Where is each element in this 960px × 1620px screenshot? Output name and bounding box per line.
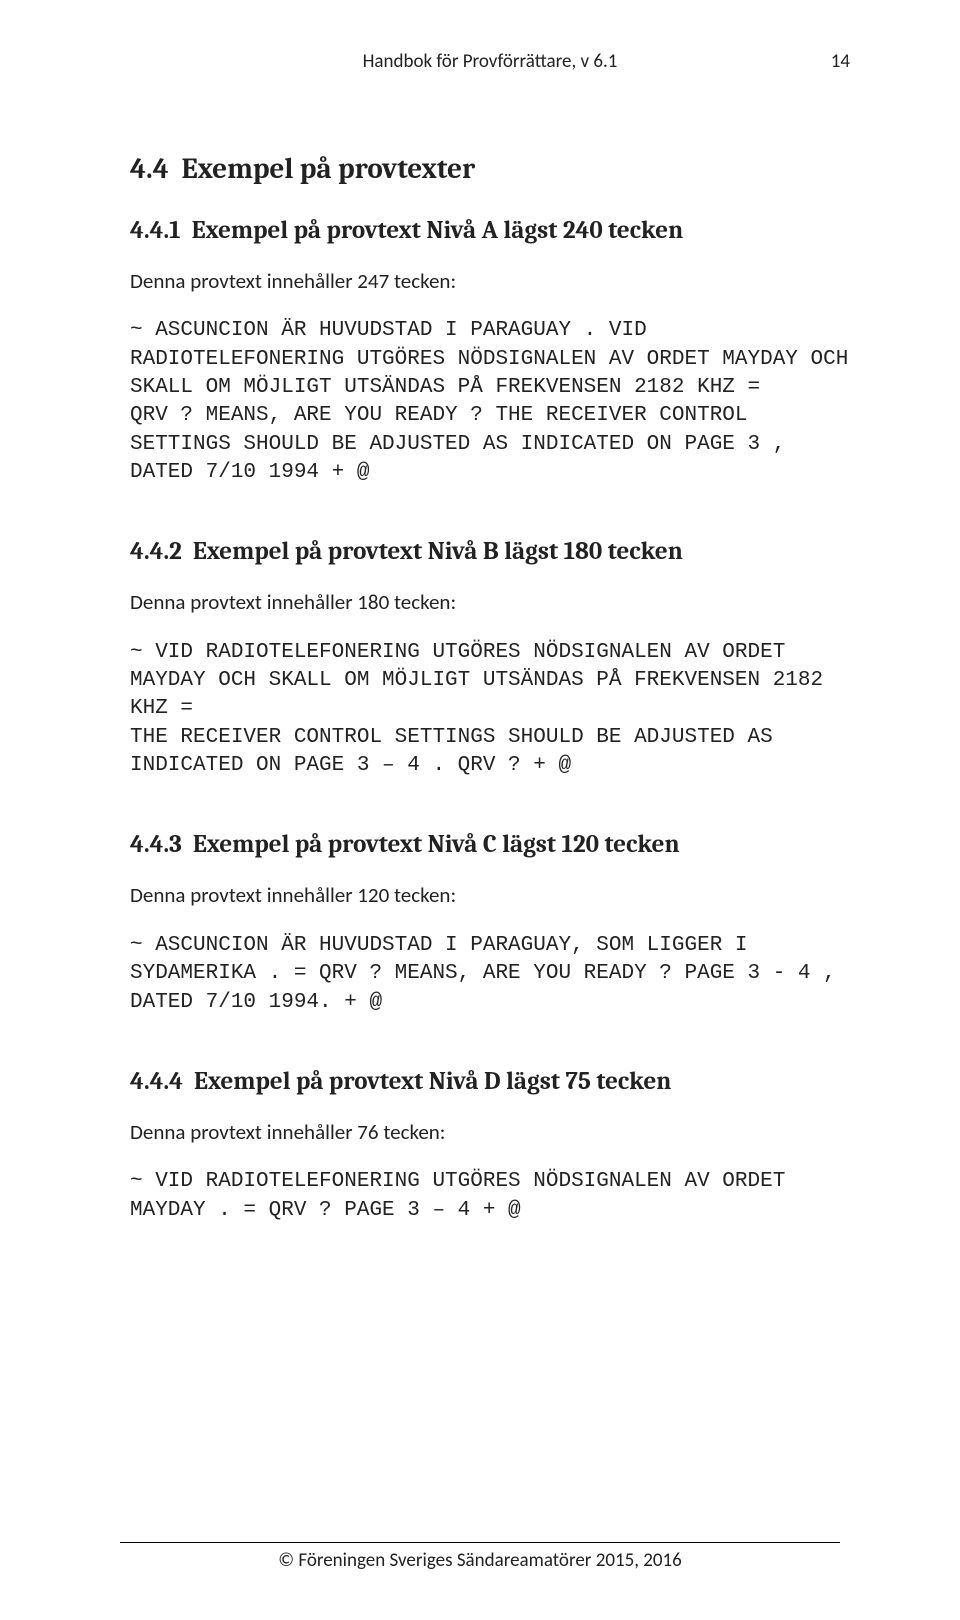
sample-text: ~ VID RADIOTELEFONERING UTGÖRES NÖDSIGNA…	[130, 639, 850, 781]
page-number: 14	[831, 50, 850, 73]
subsection-heading: 4.4.1 Exempel på provtext Nivå A lägst 2…	[130, 216, 850, 245]
subsection-number: 4.4.3	[130, 830, 182, 859]
subsection-title: Exempel på provtext Nivå C lägst 120 tec…	[193, 830, 680, 859]
running-head: Handbok för Provförrättare, v 6.1 14	[130, 50, 850, 73]
sample-text: ~ ASCUNCION ÄR HUVUDSTAD I PARAGUAY, SOM…	[130, 932, 850, 1017]
footer-text: © Föreningen Sveriges Sändareamatörer 20…	[0, 1549, 960, 1572]
subsection-title: Exempel på provtext Nivå D lägst 75 teck…	[194, 1067, 671, 1096]
subsection-heading: 4.4.3 Exempel på provtext Nivå C lägst 1…	[130, 830, 850, 859]
subsection-number: 4.4.4	[130, 1067, 183, 1096]
subsection-title: Exempel på provtext Nivå B lägst 180 tec…	[193, 537, 683, 566]
section-title: Exempel på provtexter	[182, 153, 476, 186]
page-footer: © Föreningen Sveriges Sändareamatörer 20…	[0, 1542, 960, 1572]
subsection-intro: Denna provtext innehåller 120 tecken:	[130, 881, 850, 909]
subsection-title: Exempel på provtext Nivå A lägst 240 tec…	[192, 216, 684, 245]
subsection-intro: Denna provtext innehåller 247 tecken:	[130, 267, 850, 295]
sample-text: ~ VID RADIOTELEFONERING UTGÖRES NÖDSIGNA…	[130, 1168, 850, 1225]
footer-rule	[120, 1542, 840, 1543]
subsection-heading: 4.4.2 Exempel på provtext Nivå B lägst 1…	[130, 537, 850, 566]
section-heading: 4.4 Exempel på provtexter	[130, 153, 850, 186]
sample-text: ~ ASCUNCION ÄR HUVUDSTAD I PARAGUAY . VI…	[130, 317, 850, 487]
page: Handbok för Provförrättare, v 6.1 14 4.4…	[0, 0, 960, 1620]
subsection-intro: Denna provtext innehåller 180 tecken:	[130, 588, 850, 616]
subsection-number: 4.4.2	[130, 537, 182, 566]
subsection-intro: Denna provtext innehåller 76 tecken:	[130, 1118, 850, 1146]
subsection-number: 4.4.1	[130, 216, 181, 245]
running-title: Handbok för Provförrättare, v 6.1	[130, 50, 850, 73]
subsection-heading: 4.4.4 Exempel på provtext Nivå D lägst 7…	[130, 1067, 850, 1096]
section-number: 4.4	[130, 153, 169, 186]
